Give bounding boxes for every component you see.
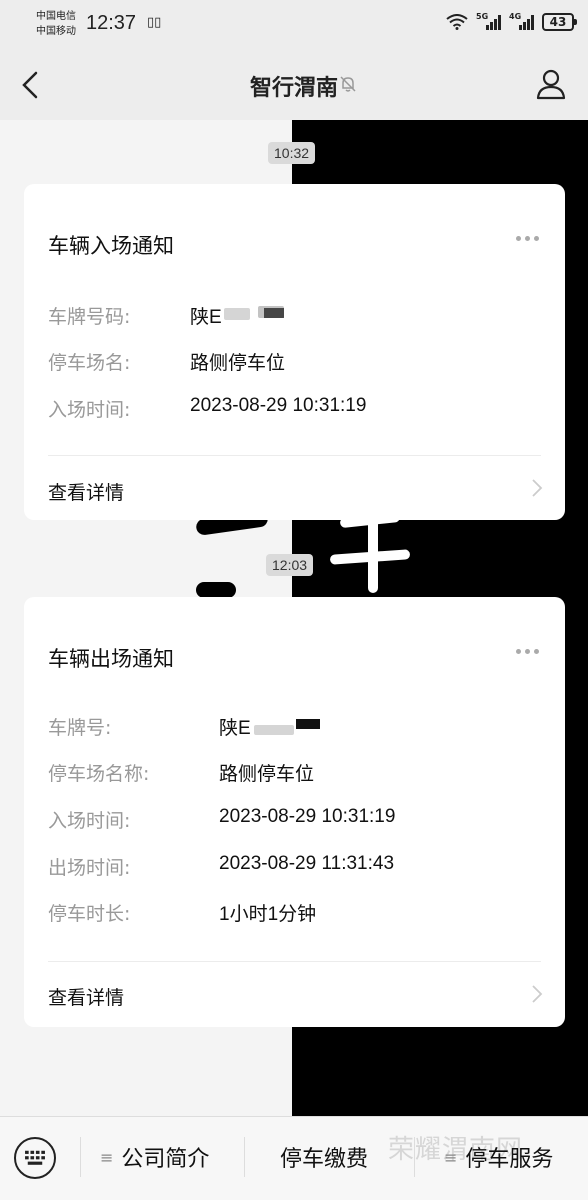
field-label: 车牌号码: <box>48 306 131 328</box>
field-value: 2023-08-29 11:31:43 <box>219 853 395 874</box>
more-icon[interactable] <box>516 649 539 654</box>
field-value: 2023-08-29 10:31:19 <box>219 806 396 827</box>
background-stroke <box>368 518 378 593</box>
view-details-link[interactable]: 查看详情 <box>48 983 124 1010</box>
field-label: 停车时长: <box>48 903 131 925</box>
menu-company-intro[interactable]: ≡ 公司简介 <box>100 1141 209 1173</box>
status-bar: 中国电信 中国移动 12:37 ▯▯ 5G 4G 43 <box>0 0 588 50</box>
wifi-icon <box>446 14 468 30</box>
entry-notification-card[interactable]: 车辆入场通知 车牌号码: 陕E 停车场名: 路侧停车位 入场时间: 2023-0… <box>24 184 565 520</box>
notification-icon: ▯▯ <box>147 15 162 30</box>
menu-icon: ≡ <box>100 1147 114 1167</box>
field-value: 路侧停车位 <box>190 353 286 374</box>
signal-4g-icon: 4G <box>509 12 534 30</box>
chat-area[interactable]: 10:32 车辆入场通知 车牌号码: 陕E 停车场名: 路侧停车位 入场时间: … <box>0 120 588 1116</box>
blurred-plate <box>254 725 294 735</box>
lot-row: 停车场名称: 路侧停车位 <box>48 759 314 786</box>
menu-parking-service[interactable]: ≡ 停车服务 <box>444 1141 553 1173</box>
carrier-1: 中国电信 <box>36 11 76 22</box>
carrier-labels: 中国电信 中国移动 <box>36 9 76 39</box>
keyboard-icon[interactable] <box>14 1137 56 1179</box>
field-value: 路侧停车位 <box>219 764 315 785</box>
exit-time-row: 出场时间: 2023-08-29 11:31:43 <box>48 853 394 880</box>
menu-label: 停车服务 <box>465 1147 554 1172</box>
entry-time-row: 入场时间: 2023-08-29 10:31:19 <box>48 395 366 422</box>
field-value: 1小时1分钟 <box>219 904 317 925</box>
bottom-menu-bar: ≡ 公司简介 停车缴费 荣耀渭南网 ≡ 停车服务 <box>0 1116 588 1200</box>
signal-4g-label: 4G <box>509 12 522 21</box>
menu-label: 停车缴费 <box>280 1147 369 1172</box>
field-value: 陕E <box>219 718 251 739</box>
message-timestamp: 12:03 <box>266 554 314 576</box>
status-time: 12:37 <box>86 12 137 34</box>
exit-notification-card[interactable]: 车辆出场通知 车牌号: 陕E 停车场名称: 路侧停车位 入场时间: 2023-0… <box>24 597 565 1027</box>
divider <box>48 455 541 456</box>
carrier-2: 中国移动 <box>36 26 76 37</box>
bell-off-icon <box>340 76 356 92</box>
nav-bar: 智行渭南 <box>0 50 588 120</box>
background-stroke <box>196 582 236 598</box>
person-icon[interactable] <box>536 68 566 100</box>
view-details-link[interactable]: 查看详情 <box>48 478 124 505</box>
entry-time-row: 入场时间: 2023-08-29 10:31:19 <box>48 806 395 833</box>
plate-row: 车牌号: 陕E <box>48 713 251 740</box>
plate-row: 车牌号码: 陕E <box>48 302 222 329</box>
duration-row: 停车时长: 1小时1分钟 <box>48 899 316 926</box>
chevron-right-icon <box>532 479 543 497</box>
menu-separator <box>244 1137 245 1177</box>
redaction-block <box>296 719 320 729</box>
card-title: 车辆出场通知 <box>48 647 174 671</box>
signal-5g-icon: 5G <box>476 12 501 30</box>
chevron-right-icon <box>532 985 543 1003</box>
menu-separator <box>80 1137 81 1177</box>
field-label: 停车场名: <box>48 352 131 374</box>
signal-5g-label: 5G <box>476 12 489 21</box>
menu-label: 公司简介 <box>121 1147 210 1172</box>
field-label: 车牌号: <box>48 717 112 739</box>
divider <box>48 961 541 962</box>
redaction-block <box>264 308 284 318</box>
page-title: 智行渭南 <box>249 76 338 101</box>
blurred-plate <box>224 308 250 320</box>
status-icons: 5G 4G 43 <box>446 12 577 31</box>
field-label: 入场时间: <box>48 810 131 832</box>
menu-parking-payment[interactable]: 停车缴费 <box>280 1141 368 1173</box>
more-icon[interactable] <box>516 236 539 241</box>
field-value: 2023-08-29 10:31:19 <box>190 395 367 416</box>
field-value: 陕E <box>190 307 222 328</box>
field-label: 入场时间: <box>48 399 131 421</box>
lot-row: 停车场名: 路侧停车位 <box>48 348 285 375</box>
field-label: 出场时间: <box>48 857 131 879</box>
battery-icon: 43 <box>542 13 577 31</box>
card-title: 车辆入场通知 <box>48 234 174 258</box>
message-timestamp: 10:32 <box>268 142 316 164</box>
menu-icon: ≡ <box>444 1147 458 1167</box>
field-label: 停车场名称: <box>48 763 150 785</box>
